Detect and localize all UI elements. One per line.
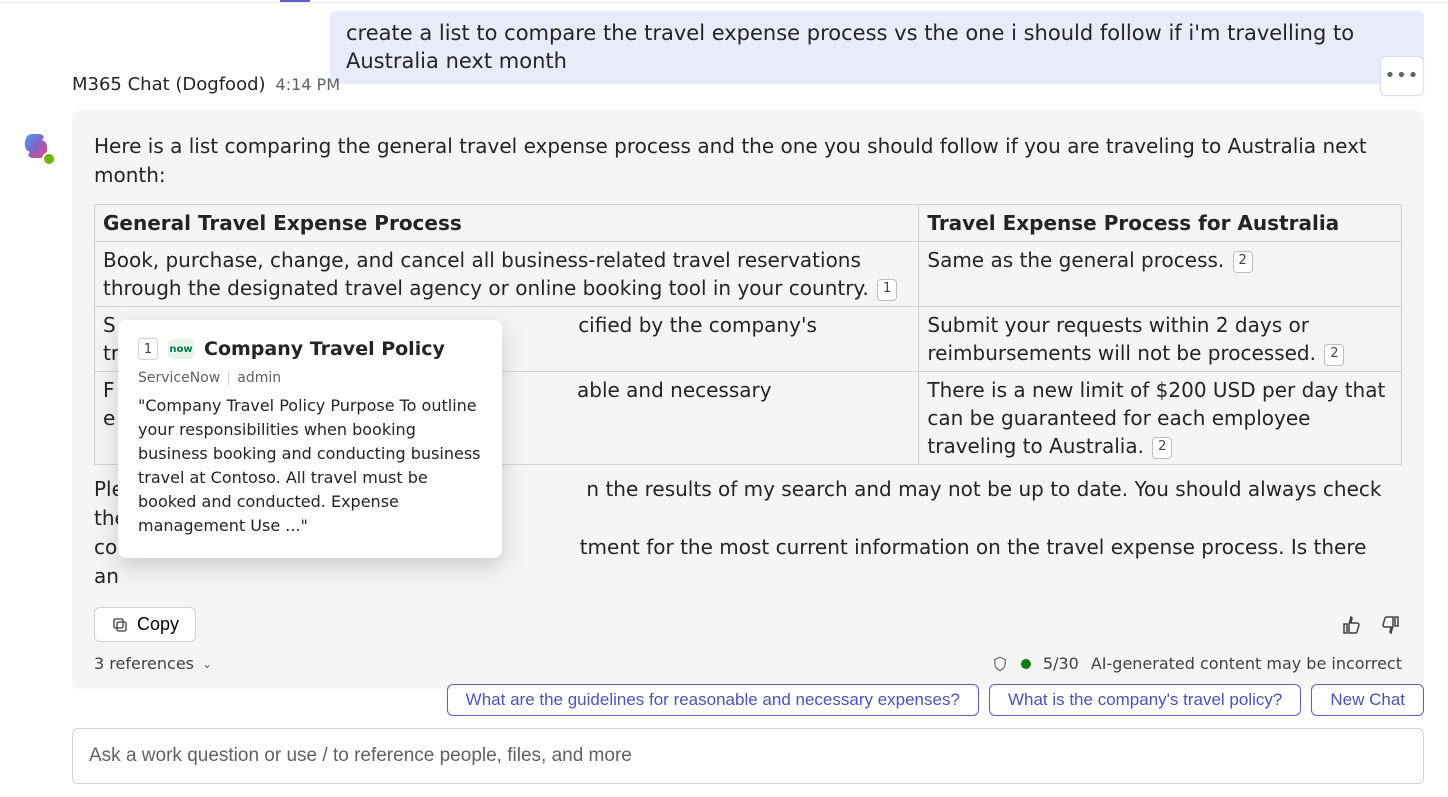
copilot-avatar xyxy=(18,128,54,164)
cell-text: Submit your requests within 2 days or re… xyxy=(927,313,1316,365)
table-header-general: General Travel Expense Process xyxy=(95,205,919,242)
suggestion-travel-policy[interactable]: What is the company's travel policy? xyxy=(989,684,1301,716)
reference-author: admin xyxy=(237,370,281,386)
response-intro: Here is a list comparing the general tra… xyxy=(94,132,1402,190)
more-icon: ••• xyxy=(1385,67,1420,85)
table-row: Book, purchase, change, and cancel all b… xyxy=(95,242,1402,307)
copy-label: Copy xyxy=(137,614,179,635)
thumbs-up-button[interactable] xyxy=(1340,613,1364,637)
suggestion-row: What are the guidelines for reasonable a… xyxy=(447,684,1424,716)
references-toggle[interactable]: 3 references ⌄ xyxy=(94,654,212,673)
outro-text: tment for the most current information o… xyxy=(580,535,1367,559)
reference-source: ServiceNow xyxy=(138,370,220,386)
reference-number: 1 xyxy=(138,338,158,360)
user-message-bubble: create a list to compare the travel expe… xyxy=(330,11,1424,84)
thumbs-down-button[interactable] xyxy=(1378,613,1402,637)
cell-text-left-occluded-2: e xyxy=(103,406,115,430)
reference-badge-1[interactable]: 1 xyxy=(877,279,897,301)
sender-name: M365 Chat (Dogfood) xyxy=(72,74,266,95)
message-time: 4:14 PM xyxy=(276,75,340,94)
ai-disclaimer: AI-generated content may be incorrect xyxy=(1091,654,1402,673)
table-header-australia: Travel Expense Process for Australia xyxy=(919,205,1402,242)
cell-text-left-occluded: F xyxy=(103,378,115,402)
suggestion-new-chat[interactable]: New Chat xyxy=(1311,684,1424,716)
outro-text: co xyxy=(94,535,117,559)
copy-icon xyxy=(111,616,129,634)
user-message-text: create a list to compare the travel expe… xyxy=(346,19,1408,76)
cell-text: Same as the general process. xyxy=(927,248,1224,272)
reference-popup: 1 now Company Travel Policy ServiceNow a… xyxy=(118,320,502,558)
reference-badge-2[interactable]: 2 xyxy=(1152,437,1172,459)
message-header: M365 Chat (Dogfood) 4:14 PM xyxy=(72,74,340,95)
presence-available-icon xyxy=(42,152,56,166)
ai-counter: 5/30 xyxy=(1043,654,1079,673)
servicenow-icon: now xyxy=(168,339,194,359)
reference-title[interactable]: Company Travel Policy xyxy=(204,338,445,360)
cell-text-left-occluded: S xyxy=(103,313,116,337)
reference-badge-2[interactable]: 2 xyxy=(1233,251,1253,273)
cell-text: Book, purchase, change, and cancel all b… xyxy=(103,248,869,300)
reference-snippet: "Company Travel Policy Purpose To outlin… xyxy=(138,394,482,538)
references-label: 3 references xyxy=(94,654,194,673)
more-actions-button[interactable]: ••• xyxy=(1380,56,1424,96)
reference-badge-2[interactable]: 2 xyxy=(1324,344,1344,366)
outro-text: an xyxy=(94,564,119,588)
compose-input[interactable] xyxy=(89,745,1407,767)
compose-box[interactable] xyxy=(72,728,1424,784)
divider xyxy=(228,371,229,385)
status-dot-icon xyxy=(1021,659,1031,669)
cell-text-right-visible: cified by the company's xyxy=(578,313,817,337)
cell-text-right-visible: able and necessary xyxy=(577,378,772,402)
shield-icon[interactable] xyxy=(991,655,1009,673)
chevron-down-icon: ⌄ xyxy=(202,657,212,671)
top-divider xyxy=(0,2,1448,3)
copy-button[interactable]: Copy xyxy=(94,607,196,642)
suggestion-guidelines[interactable]: What are the guidelines for reasonable a… xyxy=(447,684,979,716)
cell-text-left-occluded-2: tr xyxy=(103,341,119,365)
